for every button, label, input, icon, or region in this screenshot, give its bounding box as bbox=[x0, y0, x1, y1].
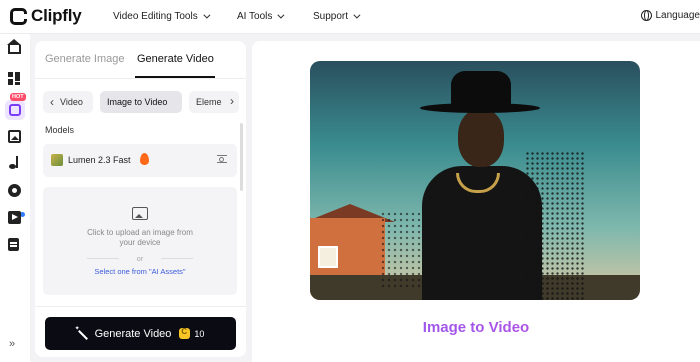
house-window bbox=[318, 246, 338, 268]
music-icon[interactable] bbox=[8, 156, 18, 169]
nav-label: Video Editing Tools bbox=[113, 11, 198, 22]
preview-area: Image to Video bbox=[252, 41, 700, 362]
generate-button-label: Generate Video bbox=[94, 327, 172, 340]
model-name: Lumen 2.3 Fast bbox=[68, 155, 131, 165]
play-icon[interactable] bbox=[8, 211, 21, 224]
ai-generator-icon bbox=[9, 104, 21, 116]
language-label: Language bbox=[655, 10, 700, 21]
tab-generate-video[interactable]: Generate Video bbox=[137, 53, 214, 65]
image-icon[interactable] bbox=[8, 130, 21, 143]
hot-badge: HOT bbox=[10, 93, 26, 101]
image-upload-area[interactable]: Click to upload an image from your devic… bbox=[43, 187, 237, 295]
language-selector[interactable]: Language bbox=[640, 10, 700, 21]
upload-instructions: Click to upload an image from your devic… bbox=[87, 228, 193, 247]
nav-video-editing-tools[interactable]: Video Editing Tools bbox=[113, 11, 211, 22]
credit-cost: 10 bbox=[194, 328, 205, 339]
film-reel-icon[interactable] bbox=[8, 184, 21, 197]
model-selector[interactable]: Lumen 2.3 Fast bbox=[43, 144, 237, 177]
preview-caption: Image to Video bbox=[252, 319, 700, 336]
chip-image-to-video[interactable]: Image to Video bbox=[100, 91, 182, 113]
dissolve-particles bbox=[525, 151, 585, 300]
example-image bbox=[310, 61, 640, 300]
nav-ai-tools[interactable]: AI Tools bbox=[237, 11, 285, 22]
hat-brim bbox=[420, 103, 540, 113]
flame-icon bbox=[140, 153, 149, 165]
logo-icon bbox=[10, 7, 28, 25]
document-icon[interactable] bbox=[8, 238, 19, 251]
scrollbar[interactable] bbox=[240, 123, 243, 191]
chevron-down-icon bbox=[353, 11, 361, 19]
chip-label: Eleme bbox=[196, 97, 222, 107]
nav-label: Support bbox=[313, 11, 349, 22]
chevron-down-icon bbox=[277, 11, 285, 19]
magic-wand-icon bbox=[75, 325, 89, 340]
dashboard-icon[interactable] bbox=[8, 72, 21, 85]
divider-line bbox=[161, 258, 193, 259]
chip-video[interactable]: Video bbox=[43, 91, 93, 113]
panel-divider bbox=[35, 306, 246, 307]
chip-elements[interactable]: Eleme bbox=[189, 91, 239, 113]
brand-name: Clipfly bbox=[31, 6, 82, 25]
or-separator: or bbox=[136, 254, 144, 263]
nav-support[interactable]: Support bbox=[313, 11, 361, 22]
settings-sliders-icon[interactable] bbox=[217, 155, 227, 163]
hat-crown bbox=[451, 71, 511, 107]
generate-video-button[interactable]: Generate Video 10 bbox=[45, 317, 236, 350]
home-icon[interactable] bbox=[7, 39, 21, 54]
icon-rail: HOT » bbox=[0, 34, 30, 362]
nav-label: AI Tools bbox=[237, 11, 273, 22]
tab-divider bbox=[35, 78, 246, 79]
person-head bbox=[458, 109, 504, 167]
image-upload-icon bbox=[132, 207, 148, 220]
models-label: Models bbox=[45, 125, 75, 135]
chip-label: Image to Video bbox=[107, 97, 168, 107]
chip-label: Video bbox=[60, 97, 83, 107]
generator-panel: Generate Image Generate Video Video Imag… bbox=[35, 41, 246, 357]
model-thumbnail bbox=[51, 154, 63, 166]
select-from-ai-assets-link[interactable]: Select one from "AI Assets" bbox=[43, 267, 237, 276]
top-bar: Clipfly Video Editing Tools AI Tools Sup… bbox=[0, 0, 700, 34]
tab-generate-image[interactable]: Generate Image bbox=[45, 53, 125, 65]
credit-coin-icon bbox=[179, 327, 191, 339]
clipfly-logo[interactable]: Clipfly bbox=[10, 6, 82, 26]
expand-icon[interactable]: » bbox=[9, 339, 15, 350]
chevron-down-icon bbox=[203, 11, 211, 19]
globe-icon bbox=[640, 10, 652, 21]
